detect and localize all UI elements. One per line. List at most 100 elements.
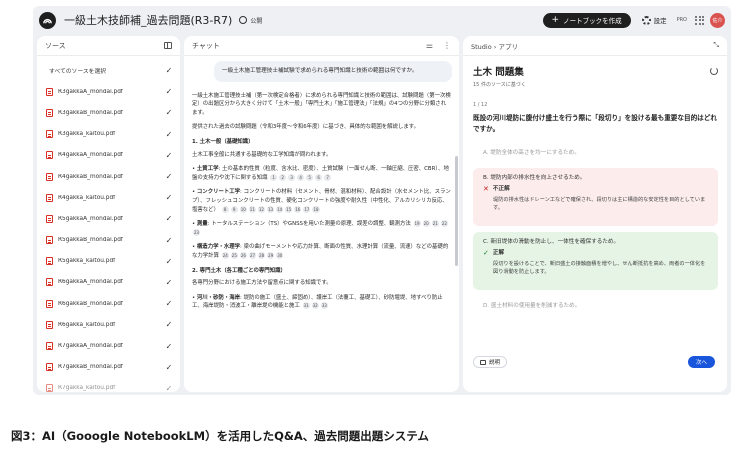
citation-chip[interactable]: 23 xyxy=(193,228,201,236)
citation-chip[interactable]: 1 xyxy=(270,173,278,181)
citation-chip[interactable]: 3 xyxy=(288,173,296,181)
avatar[interactable]: 佐介 xyxy=(710,12,725,28)
citation-chip[interactable]: 31 xyxy=(302,302,310,310)
citation-chip[interactable]: 14 xyxy=(276,205,284,213)
checkmark-icon[interactable]: ✓ xyxy=(164,320,174,329)
citation-chip[interactable]: 17 xyxy=(303,205,311,213)
citation-chip[interactable]: 5 xyxy=(306,173,314,181)
source-item[interactable]: R6gakka_kaitou.pdf ✓ xyxy=(37,314,180,335)
checkmark-icon[interactable]: ✓ xyxy=(164,236,174,245)
pdf-icon xyxy=(46,214,53,223)
collapse-panel-icon[interactable] xyxy=(164,42,172,49)
citation-chip[interactable]: 29 xyxy=(267,251,275,259)
checkmark-icon[interactable]: ✓ xyxy=(164,87,174,96)
notebooklm-logo-icon[interactable] xyxy=(39,11,56,29)
apps-grid-icon[interactable] xyxy=(695,15,704,25)
next-button[interactable]: 次へ xyxy=(687,356,715,368)
source-item[interactable]: R4gakka_kaitou.pdf ✓ xyxy=(37,187,180,208)
source-item[interactable]: R4gakkaA_mondai.pdf ✓ xyxy=(37,145,180,166)
citation-chip[interactable]: 27 xyxy=(248,251,257,259)
checkmark-icon[interactable]: ✓ xyxy=(164,151,174,160)
citation-chip[interactable]: 16 xyxy=(294,205,302,213)
citation-chip[interactable]: 32 xyxy=(311,302,319,310)
source-item[interactable]: R7gakka_kaitou.pdf ✓ xyxy=(37,378,180,392)
answer-option-a[interactable]: A. 堤防全体の高さを均一にするため。 xyxy=(473,141,718,165)
citation-chip[interactable]: 25 xyxy=(230,251,238,259)
checkmark-icon[interactable]: ✓ xyxy=(164,342,174,351)
breadcrumb-app: アプリ xyxy=(498,42,518,51)
checkmark-icon[interactable]: ✓ xyxy=(164,384,174,392)
citation-chip[interactable]: 20 xyxy=(422,220,430,228)
settings-button[interactable]: 設定 xyxy=(641,15,667,25)
source-item[interactable]: R3gakka_kaitou.pdf ✓ xyxy=(37,124,180,145)
source-item[interactable]: R6gakkaA_mondai.pdf ✓ xyxy=(37,272,180,293)
select-all-label: すべてのソースを選択 xyxy=(49,69,107,76)
citation-chip[interactable]: 15 xyxy=(285,205,293,213)
quiz-view: 土木 問題集 15 件のソースに基づく 1 / 12 既設の河川堤防に腹付け盛土… xyxy=(463,56,727,318)
citation-chip[interactable]: 24 xyxy=(221,251,229,259)
source-item[interactable]: R7gakkaA_mondai.pdf ✓ xyxy=(37,335,180,356)
source-item[interactable]: R5gakkaB_mondai.pdf ✓ xyxy=(37,230,180,251)
citation-chip[interactable]: 11 xyxy=(248,205,256,213)
citation-chip[interactable]: 33 xyxy=(320,302,328,310)
quiz-title: 土木 問題集 xyxy=(473,67,524,78)
source-item[interactable]: R4gakkaB_mondai.pdf ✓ xyxy=(37,166,180,187)
citation-chip[interactable]: 26 xyxy=(239,251,247,259)
citation-chip[interactable]: 30 xyxy=(276,251,284,259)
refresh-icon[interactable] xyxy=(710,67,718,75)
sources-title: ソース xyxy=(45,41,66,50)
answer-paragraph: 一級土木施工管理技士補（第一次検定合格者）に求められる専門知識と技術の範囲は、試… xyxy=(192,92,451,116)
checkmark-icon[interactable]: ✓ xyxy=(164,299,174,308)
citation-chip[interactable]: 9 xyxy=(230,205,238,213)
source-item[interactable]: R6gakkaB_mondai.pdf ✓ xyxy=(37,293,180,314)
citation-chip[interactable]: 2 xyxy=(279,173,287,181)
breadcrumb-studio[interactable]: Studio xyxy=(471,43,492,51)
citation-chip[interactable]: 28 xyxy=(258,251,266,259)
visibility-badge[interactable]: 公開 xyxy=(239,16,262,25)
chat-scrollbar[interactable] xyxy=(455,156,458,266)
source-item[interactable]: R5gakka_kaitou.pdf ✓ xyxy=(37,251,180,272)
citation-chip[interactable]: 18 xyxy=(312,205,320,213)
source-item[interactable]: R3gakkaB_mondai.pdf ✓ xyxy=(37,102,180,123)
notebook-title[interactable]: 一級土木技師補_過去問題(R3-R7) xyxy=(64,12,232,28)
citation-chip[interactable]: 22 xyxy=(440,220,448,228)
checkmark-icon[interactable]: ✓ xyxy=(164,193,174,202)
more-options-icon[interactable]: ⋮ xyxy=(443,41,451,50)
checkmark-icon[interactable]: ✓ xyxy=(164,172,174,181)
source-item[interactable]: R7gakkaB_mondai.pdf ✓ xyxy=(37,357,180,378)
citation-chip[interactable]: 21 xyxy=(431,220,439,228)
citation-chip[interactable]: 12 xyxy=(257,205,265,213)
user-question-bubble: 一級土木施工管理技士補試験で求められる専門知識と技術の範囲は何ですか。 xyxy=(214,61,452,82)
create-notebook-button[interactable]: + ノートブックを作成 xyxy=(542,12,631,28)
tune-icon[interactable]: ⚌ xyxy=(426,41,433,50)
checkmark-icon[interactable]: ✓ xyxy=(164,108,174,117)
citation-chip[interactable]: 8 xyxy=(221,205,229,213)
explain-button[interactable]: 説明 xyxy=(473,356,508,368)
citation-chip[interactable]: 13 xyxy=(266,205,275,213)
citation-chip[interactable]: 19 xyxy=(413,220,421,228)
pdf-icon xyxy=(46,236,53,245)
checkmark-icon[interactable]: ✓ xyxy=(164,130,174,139)
answer-option-d[interactable]: D. 盛土材料の使用量を削減するため。 xyxy=(473,294,718,318)
source-item[interactable]: R3gakkaA_mondai.pdf ✓ xyxy=(37,81,180,102)
source-item[interactable]: R5gakkaA_mondai.pdf ✓ xyxy=(37,208,180,229)
checkmark-icon[interactable]: ✓ xyxy=(164,278,174,287)
answer-bullet: • コンクリート工学: コンクリートの材料（セメント、骨材、混和材料）、配合設計… xyxy=(192,189,451,213)
pdf-icon xyxy=(46,299,53,308)
checkmark-icon[interactable]: ✓ xyxy=(164,363,174,372)
checkmark-icon[interactable]: ✓ xyxy=(164,214,174,223)
citation-chip[interactable]: 6 xyxy=(315,173,323,181)
citation-chip[interactable]: 4 xyxy=(297,173,305,181)
answer-option-b[interactable]: B. 堤防内部の排水性を向上させるため。 ✕ 不正解 堤防の排水性はドレーン工な… xyxy=(473,168,718,226)
citation-chip[interactable]: 7 xyxy=(324,173,332,181)
breadcrumb-separator-icon: › xyxy=(493,42,497,51)
pdf-icon xyxy=(46,193,53,202)
checkmark-icon[interactable]: ✓ xyxy=(164,257,174,266)
collapse-icon[interactable]: ⤡ xyxy=(713,41,719,50)
checkmark-icon[interactable]: ✓ xyxy=(164,66,174,75)
answer-option-c[interactable]: C. 新旧堤体の滑動を防止し、一体性を確保するため。 ✓ 正解 段切りを設けるこ… xyxy=(473,232,718,290)
citation-chip[interactable]: 10 xyxy=(239,205,247,213)
studio-panel: Studio › アプリ ⤡ 土木 問題集 15 件のソースに基づく 1 / 1… xyxy=(463,36,727,392)
chat-panel-header: チャット ⚌ ⋮ xyxy=(184,36,459,56)
select-all-sources[interactable]: すべてのソースを選択 ✓ xyxy=(37,60,180,81)
